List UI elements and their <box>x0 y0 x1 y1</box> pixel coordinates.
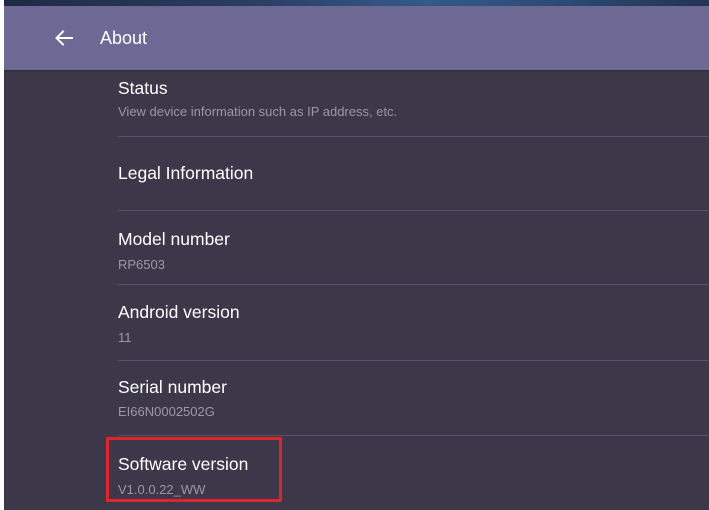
item-title: Model number <box>118 229 230 249</box>
highlight-annotation <box>106 437 282 502</box>
back-button[interactable] <box>48 22 80 54</box>
about-screen: About Status View device information suc… <box>4 0 709 510</box>
arrow-left-icon <box>55 30 73 46</box>
item-title: Legal Information <box>118 163 254 183</box>
item-subtitle: EI66N0002502G <box>118 404 215 419</box>
list-item-serial-number[interactable]: Serial number EI66N0002502G <box>4 361 709 436</box>
item-subtitle: 11 <box>118 330 132 345</box>
item-subtitle: View device information such as IP addre… <box>118 104 398 119</box>
list-item-status[interactable]: Status View device information such as I… <box>4 70 709 134</box>
list-item-legal-information[interactable]: Legal Information <box>4 137 709 209</box>
item-title: Android version <box>118 302 240 322</box>
item-title: Serial number <box>118 377 227 397</box>
item-title: Status <box>118 78 168 98</box>
list-item-android-version[interactable]: Android version 11 <box>4 285 709 359</box>
list-item-model-number[interactable]: Model number RP6503 <box>4 211 709 284</box>
item-subtitle: RP6503 <box>118 257 165 272</box>
page-title: About <box>100 28 148 48</box>
app-bar: About <box>4 6 709 70</box>
